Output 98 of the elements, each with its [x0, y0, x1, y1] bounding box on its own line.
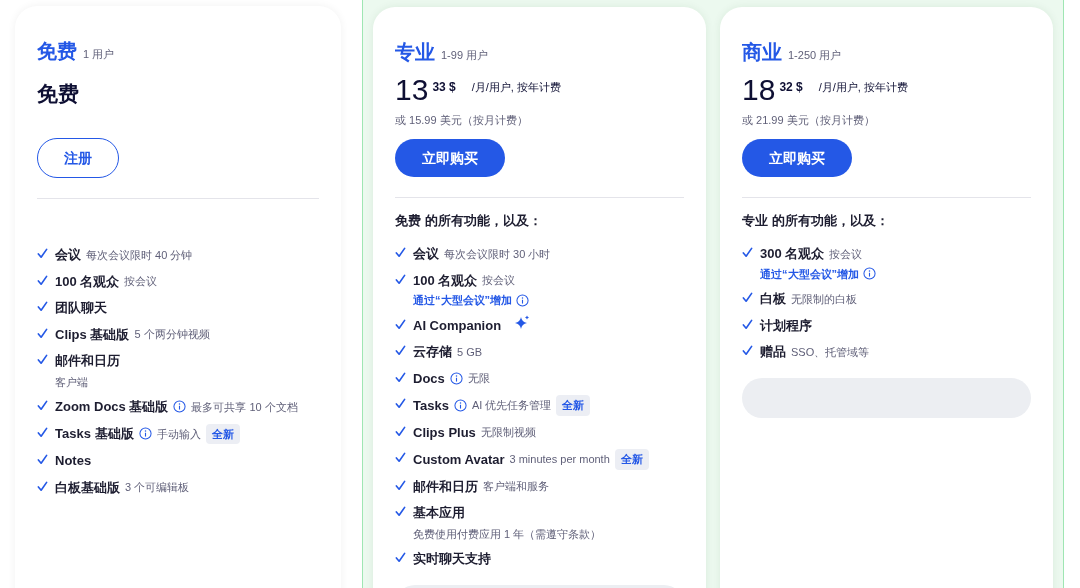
feature-detail: 最多可共享 10 个文档 [191, 399, 298, 415]
feature-detail: 3 minutes per month [509, 452, 610, 467]
add-on-link[interactable]: 通过“大型会议”增加 [760, 265, 859, 282]
plan-users: 1-99 用户 [441, 48, 489, 63]
feature-name: 会议 [55, 246, 81, 264]
check-icon [742, 318, 753, 330]
feature-name: 100 名观众 [413, 271, 478, 290]
feature-name: Custom Avatar [413, 450, 505, 469]
info-icon[interactable] [516, 293, 529, 307]
plan-name: 免费 [37, 39, 77, 64]
check-icon [395, 452, 406, 463]
feature-name: Tasks 基础版 [55, 425, 134, 443]
sign-up-button[interactable]: 注册 [37, 138, 119, 178]
check-icon [37, 354, 48, 365]
price-cents: 32 $ [779, 79, 803, 96]
feature-name: Clips 基础版 [55, 325, 130, 344]
check-icon [395, 398, 406, 409]
plan-intro: 专业 的所有功能，以及： [742, 212, 889, 231]
feature-detail: 无限制的白板 [791, 291, 857, 307]
feature-name: Zoom Docs 基础版 [55, 398, 169, 416]
check-icon [742, 345, 753, 356]
feature-name: 100 名观众 [55, 272, 120, 291]
check-icon [37, 480, 48, 492]
feature-name: 会议 [413, 245, 439, 263]
feature-detail: 免费使用付费应用 1 年（需遵守条款） [413, 526, 602, 542]
check-icon [37, 274, 48, 286]
new-badge: 全新 [614, 449, 649, 470]
check-icon [395, 552, 406, 563]
feature-detail: 按会议 [124, 274, 158, 289]
add-on-link[interactable]: 通过“大型会议”增加 [413, 292, 512, 309]
feature-name: Tasks [413, 396, 449, 415]
buy-button[interactable]: 立即购买 [395, 139, 505, 177]
check-icon [395, 506, 406, 517]
feature-detail: SSO、托管域等 [791, 344, 870, 360]
feature-name: Clips Plus [413, 423, 476, 442]
new-badge: 全新 [205, 423, 240, 444]
plan-users: 1 用户 [83, 47, 115, 62]
feature-detail: 无限 [467, 371, 490, 386]
plan-name: 商业 [742, 40, 782, 65]
info-icon[interactable] [138, 427, 152, 441]
check-icon [395, 425, 406, 437]
feature-name: 计划程序 [760, 316, 812, 335]
feature-name: 实时聊天支持 [413, 550, 491, 568]
info-icon[interactable] [453, 398, 467, 412]
check-icon [37, 301, 48, 312]
feature-detail: 5 GB [457, 344, 483, 360]
check-icon [395, 273, 406, 285]
check-icon [742, 247, 753, 258]
info-icon[interactable] [863, 267, 876, 281]
feature-name: 团队聊天 [55, 299, 107, 317]
price-period: /月/用户, 按年计费 [818, 80, 908, 95]
info-icon[interactable] [173, 400, 187, 414]
monthly-price: 或 15.99 美元（按月计费） [395, 113, 529, 128]
price: 免费 [37, 81, 79, 107]
price-amount: 18 [742, 73, 776, 107]
feature-name: AI Companion [413, 316, 502, 335]
check-icon [395, 318, 406, 330]
feature-name: 邮件和日历 [413, 477, 478, 496]
feature-detail: 每次会议限时 40 分钟 [86, 247, 193, 263]
feature-detail: 客户端和服务 [483, 479, 549, 494]
feature-detail: 5 个两分钟视频 [134, 327, 210, 342]
check-icon [742, 292, 753, 303]
check-icon [395, 247, 406, 258]
feature-name: 基本应用 [413, 504, 465, 522]
feature-name: 邮件和日历 [55, 352, 120, 370]
feature-detail: 每次会议限时 30 小时 [444, 246, 551, 262]
feature-name: 白板 [760, 290, 786, 308]
feature-detail: 手动输入 [156, 426, 201, 442]
feature-name: 白板基础版 [55, 478, 120, 497]
price-amount: 13 [395, 73, 429, 107]
plan-intro: 免费 的所有功能，以及： [395, 212, 542, 231]
feature-detail: 无限制视频 [480, 425, 536, 440]
feature-name: 云存储 [413, 343, 452, 361]
buy-button[interactable]: 立即购买 [742, 139, 852, 177]
plan-name: 专业 [395, 40, 435, 65]
feature-detail: 3 个可编辑板 [125, 480, 190, 495]
new-badge: 全新 [556, 395, 591, 416]
feature-name: Docs [413, 369, 445, 388]
feature-detail: 按会议 [829, 246, 863, 262]
feature-name: 赠品 [760, 343, 786, 361]
price-period: /月/用户, 按年计费 [471, 80, 561, 95]
check-icon [37, 426, 48, 438]
feature-name: Notes [55, 452, 92, 470]
price-cents: 33 $ [432, 79, 456, 96]
monthly-price: 或 21.99 美元（按月计费） [742, 113, 876, 128]
check-icon [37, 400, 48, 411]
info-icon[interactable] [449, 371, 463, 385]
check-icon [37, 248, 48, 259]
check-icon [37, 327, 48, 339]
check-icon [395, 479, 406, 491]
plan-users: 1-250 用户 [788, 48, 842, 63]
check-icon [395, 371, 406, 383]
feature-name: 300 名观众 [760, 245, 825, 263]
check-icon [395, 345, 406, 356]
feature-detail: 客户端 [55, 374, 89, 390]
check-icon [37, 454, 48, 465]
feature-detail: 按会议 [482, 273, 516, 288]
feature-detail: AI 优先任务管理 [471, 398, 552, 413]
